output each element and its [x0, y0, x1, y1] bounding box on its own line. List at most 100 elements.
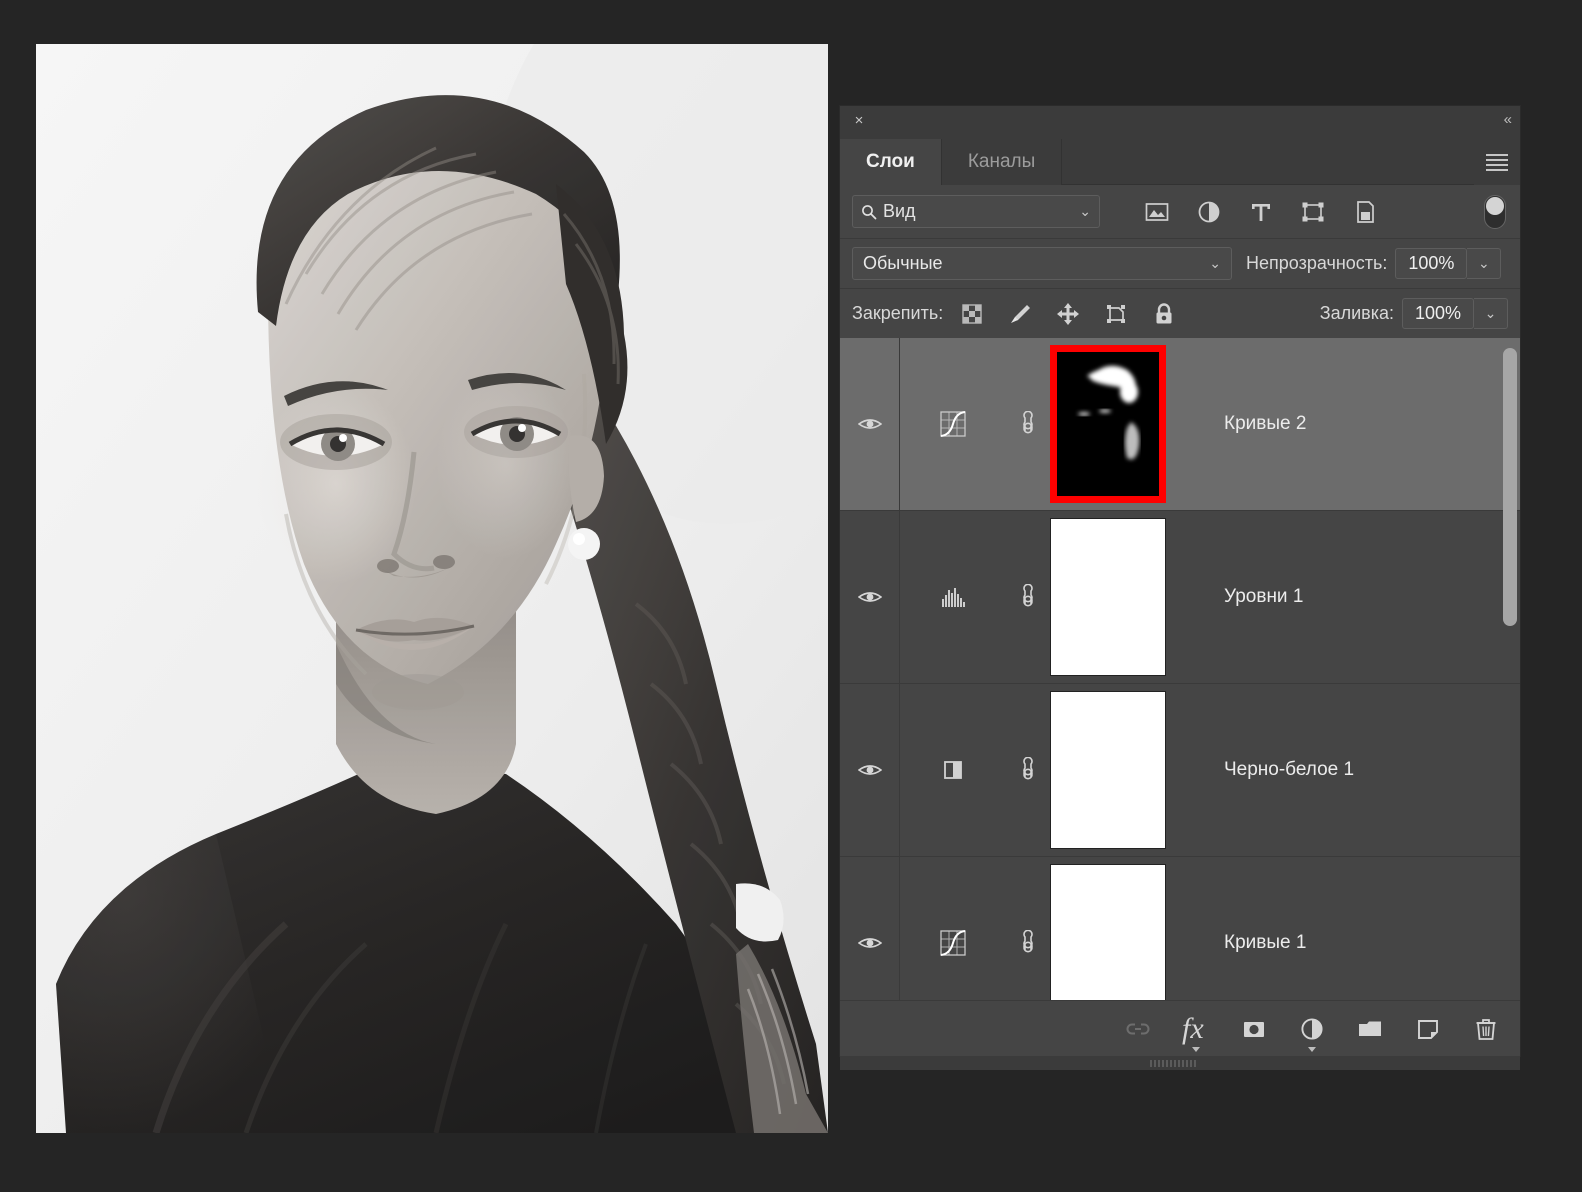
new-group-icon[interactable]: [1356, 1015, 1384, 1043]
toggle-knob: [1486, 197, 1504, 215]
eye-icon: [858, 935, 882, 951]
search-icon: [861, 204, 877, 220]
table-row[interactable]: Кривые 1: [840, 857, 1520, 1000]
opacity-input[interactable]: 100%: [1395, 248, 1467, 279]
eye-icon: [858, 762, 882, 778]
panel-tabs: Слои Каналы: [840, 139, 1520, 185]
eye-icon: [858, 589, 882, 605]
blend-mode-value: Обычные: [863, 253, 943, 274]
layer-thumbnail[interactable]: [900, 409, 1005, 439]
lock-image-pixels-icon[interactable]: [1007, 301, 1033, 327]
filter-enable-toggle[interactable]: [1484, 195, 1506, 229]
layer-visibility-toggle[interactable]: [840, 511, 900, 683]
mask-thumb-selected[interactable]: [1050, 345, 1166, 503]
fill-chevron-icon[interactable]: ⌄: [1474, 298, 1508, 329]
layer-name[interactable]: Уровни 1: [1210, 586, 1303, 608]
layers-panel: × « Слои Каналы: [840, 106, 1520, 1056]
layer-thumbnail[interactable]: [900, 928, 1005, 958]
adjustment-dropdown-arrow: [1308, 1047, 1316, 1052]
layer-mask-link[interactable]: [1005, 411, 1050, 437]
mask-thumb-white[interactable]: [1050, 691, 1166, 849]
mask-content: [1057, 352, 1159, 496]
hamburger-menu-icon: [1486, 151, 1508, 174]
table-row[interactable]: Кривые 2: [840, 338, 1520, 511]
layer-visibility-toggle[interactable]: [840, 338, 900, 510]
chevron-down-icon: ⌄: [1209, 255, 1221, 272]
layer-mask-thumbnail[interactable]: [1050, 864, 1210, 1000]
eye-icon: [858, 416, 882, 432]
filter-type-icons: [1144, 199, 1378, 225]
layer-style-fx-icon[interactable]: fx: [1182, 1015, 1210, 1043]
fx-dropdown-arrow: [1192, 1047, 1200, 1052]
shape-filter-icon[interactable]: [1300, 199, 1326, 225]
tabs-filler: [1062, 139, 1474, 185]
text-filter-icon[interactable]: [1248, 199, 1274, 225]
curves-adjustment-icon: [938, 928, 968, 958]
link-icon: [1019, 411, 1037, 437]
mask-thumb-white[interactable]: [1050, 518, 1166, 676]
fill-label: Заливка:: [1320, 303, 1394, 324]
app-root: × « Слои Каналы: [0, 0, 1582, 1192]
tab-layers-label: Слои: [866, 151, 915, 173]
filter-type-value: Вид: [883, 201, 916, 222]
layer-name[interactable]: Кривые 2: [1210, 413, 1306, 435]
layer-visibility-toggle[interactable]: [840, 857, 900, 1000]
lock-artboard-nesting-icon[interactable]: [1103, 301, 1129, 327]
layer-mask-thumbnail[interactable]: [1050, 691, 1210, 849]
add-layer-mask-icon[interactable]: [1240, 1015, 1268, 1043]
image-filter-icon[interactable]: [1144, 199, 1170, 225]
tab-channels[interactable]: Каналы: [942, 139, 1062, 185]
levels-adjustment-icon: [938, 582, 968, 612]
layer-mask-link[interactable]: [1005, 757, 1050, 783]
fill-input[interactable]: 100%: [1402, 298, 1474, 329]
layer-filter-row: Вид ⌄: [840, 185, 1520, 238]
blend-mode-select[interactable]: Обычные ⌄: [852, 247, 1232, 280]
layer-thumbnail[interactable]: [900, 582, 1005, 612]
layer-mask-thumbnail[interactable]: [1050, 518, 1210, 676]
lock-icons: [959, 301, 1177, 327]
black-and-white-adjustment-icon: [938, 755, 968, 785]
grip-dots-icon: [1150, 1060, 1210, 1067]
lock-transparency-icon[interactable]: [959, 301, 985, 327]
smart-object-filter-icon[interactable]: [1352, 199, 1378, 225]
tab-layers[interactable]: Слои: [840, 139, 942, 185]
close-icon[interactable]: ×: [850, 112, 868, 130]
layer-list[interactable]: Кривые 2: [840, 338, 1520, 1000]
panel-menu-button[interactable]: [1474, 139, 1520, 185]
lock-label: Закрепить:: [852, 303, 943, 324]
adjustment-filter-icon[interactable]: [1196, 199, 1222, 225]
collapse-panel-icon[interactable]: «: [1504, 111, 1510, 129]
panel-footer: fx: [840, 1000, 1520, 1056]
link-icon: [1019, 584, 1037, 610]
lock-row: Закрепить:: [840, 288, 1520, 338]
scrollbar-thumb[interactable]: [1503, 348, 1517, 626]
link-icon: [1019, 757, 1037, 783]
delete-layer-icon[interactable]: [1472, 1015, 1500, 1043]
opacity-chevron-icon[interactable]: ⌄: [1467, 248, 1501, 279]
mask-thumb-white[interactable]: [1050, 864, 1166, 1000]
layer-list-scrollbar[interactable]: [1503, 342, 1517, 996]
link-layers-icon[interactable]: [1124, 1015, 1152, 1043]
filter-type-select[interactable]: Вид ⌄: [852, 195, 1100, 228]
layer-visibility-toggle[interactable]: [840, 684, 900, 856]
panel-resize-grip[interactable]: [840, 1056, 1520, 1070]
layer-name[interactable]: Кривые 1: [1210, 932, 1306, 954]
opacity-label: Непрозрачность:: [1246, 253, 1387, 274]
new-layer-icon[interactable]: [1414, 1015, 1442, 1043]
table-row[interactable]: Уровни 1: [840, 511, 1520, 684]
layer-mask-link[interactable]: [1005, 930, 1050, 956]
portrait-photo: [36, 44, 828, 1133]
document-canvas[interactable]: [36, 44, 828, 1133]
link-icon: [1019, 930, 1037, 956]
chevron-down-icon: ⌄: [1079, 203, 1091, 220]
panel-titlebar: × «: [840, 106, 1520, 139]
lock-position-icon[interactable]: [1055, 301, 1081, 327]
layer-mask-thumbnail[interactable]: [1050, 345, 1210, 503]
table-row[interactable]: Черно-белое 1: [840, 684, 1520, 857]
layer-mask-link[interactable]: [1005, 584, 1050, 610]
lock-all-icon[interactable]: [1151, 301, 1177, 327]
new-adjustment-layer-icon[interactable]: [1298, 1015, 1326, 1043]
fx-label: fx: [1182, 1012, 1204, 1045]
layer-thumbnail[interactable]: [900, 755, 1005, 785]
layer-name[interactable]: Черно-белое 1: [1210, 759, 1354, 781]
